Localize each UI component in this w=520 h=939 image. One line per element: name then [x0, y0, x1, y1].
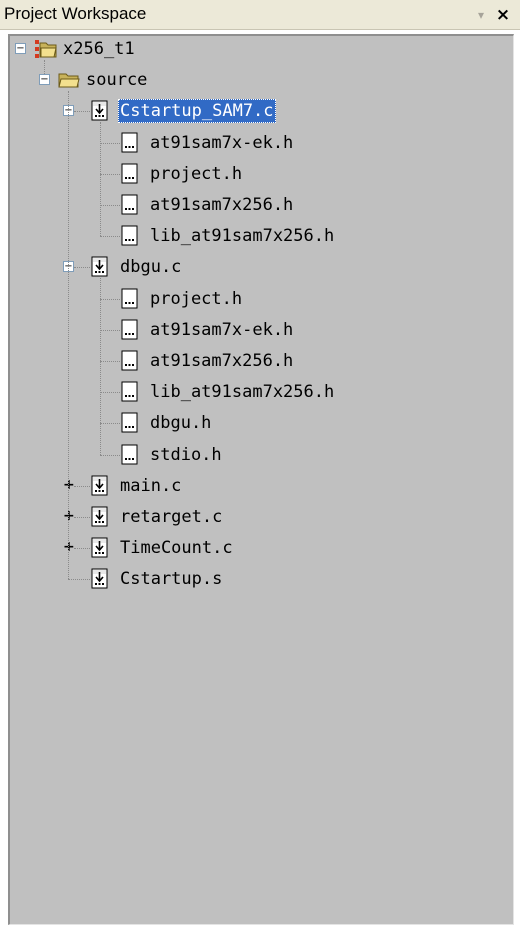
tree-connector [100, 329, 120, 331]
tree-connector [100, 278, 101, 455]
source-file-label[interactable]: retarget.c [118, 505, 224, 529]
header-file-label[interactable]: project.h [148, 162, 244, 186]
source-file-icon [90, 537, 112, 559]
tree-connector [100, 361, 120, 362]
header-file-label[interactable]: at91sam7x256.h [148, 193, 295, 217]
project-workspace-panel: Project Workspace ▾ × − x256_t1− source − Cs… [0, 0, 520, 939]
tree-connector [74, 485, 90, 487]
source-file-label[interactable]: dbgu.c [118, 255, 183, 279]
tree-connector [74, 267, 90, 269]
tree-connector [74, 548, 90, 550]
panel-titlebar: Project Workspace ▾ × [0, 0, 520, 30]
panel-title: Project Workspace [4, 4, 147, 23]
tree-connector [100, 122, 101, 237]
source-file-label[interactable]: main.c [118, 474, 183, 498]
header-file-label[interactable]: at91sam7x256.h [148, 349, 295, 373]
source-file-icon [90, 506, 112, 528]
header-file-icon [120, 444, 142, 466]
tree-connector [100, 173, 120, 175]
tree-connector [100, 205, 120, 206]
header-file-icon [120, 350, 142, 372]
header-file-label[interactable]: project.h [148, 287, 244, 311]
tree-connector [100, 454, 120, 456]
header-file-icon [120, 194, 142, 216]
collapse-icon[interactable]: − [39, 74, 50, 86]
folder-open-icon [58, 69, 80, 91]
tree-connector [74, 517, 90, 518]
source-file-icon [90, 475, 112, 497]
tree-connector [100, 423, 120, 425]
collapse-icon[interactable]: − [15, 43, 26, 54]
header-file-icon [120, 163, 142, 185]
header-file-icon [120, 288, 142, 310]
tree-connector [100, 298, 120, 300]
tree-connector [100, 142, 120, 144]
header-file-label[interactable]: at91sam7x-ek.h [148, 318, 295, 342]
tree-connector [68, 579, 90, 581]
header-file-label[interactable]: lib_at91sam7x256.h [148, 224, 336, 248]
tree-root-label[interactable]: x256_t1 [61, 37, 137, 61]
source-file-label[interactable]: TimeCount.c [118, 536, 235, 560]
header-file-label[interactable]: dbgu.h [148, 411, 213, 435]
tree-folder-label[interactable]: source [84, 68, 149, 92]
dropdown-icon[interactable]: ▾ [472, 5, 490, 25]
header-file-icon [120, 225, 142, 247]
tree-connector [44, 60, 45, 75]
source-file-label[interactable]: Cstartup.s [118, 567, 224, 591]
project-tree[interactable]: − x256_t1− source − Cstartup_SAM7.c at91sam7x… [8, 34, 514, 925]
source-file-label[interactable]: Cstartup_SAM7.c [118, 99, 276, 124]
tree-connector [100, 392, 120, 394]
close-icon[interactable]: × [493, 5, 513, 25]
tree-connector [100, 236, 120, 238]
header-file-icon [120, 381, 142, 403]
source-file-icon [90, 256, 112, 278]
header-file-label[interactable]: stdio.h [148, 443, 224, 467]
project-icon [35, 38, 57, 60]
header-file-icon [120, 319, 142, 341]
header-file-label[interactable]: at91sam7x-ek.h [148, 131, 295, 155]
tree-connector [68, 91, 69, 580]
header-file-icon [120, 132, 142, 154]
header-file-label[interactable]: lib_at91sam7x256.h [148, 380, 336, 404]
source-file-icon [90, 100, 112, 122]
tree-connector [74, 111, 90, 113]
source-file-icon [90, 568, 112, 590]
header-file-icon [120, 412, 142, 434]
